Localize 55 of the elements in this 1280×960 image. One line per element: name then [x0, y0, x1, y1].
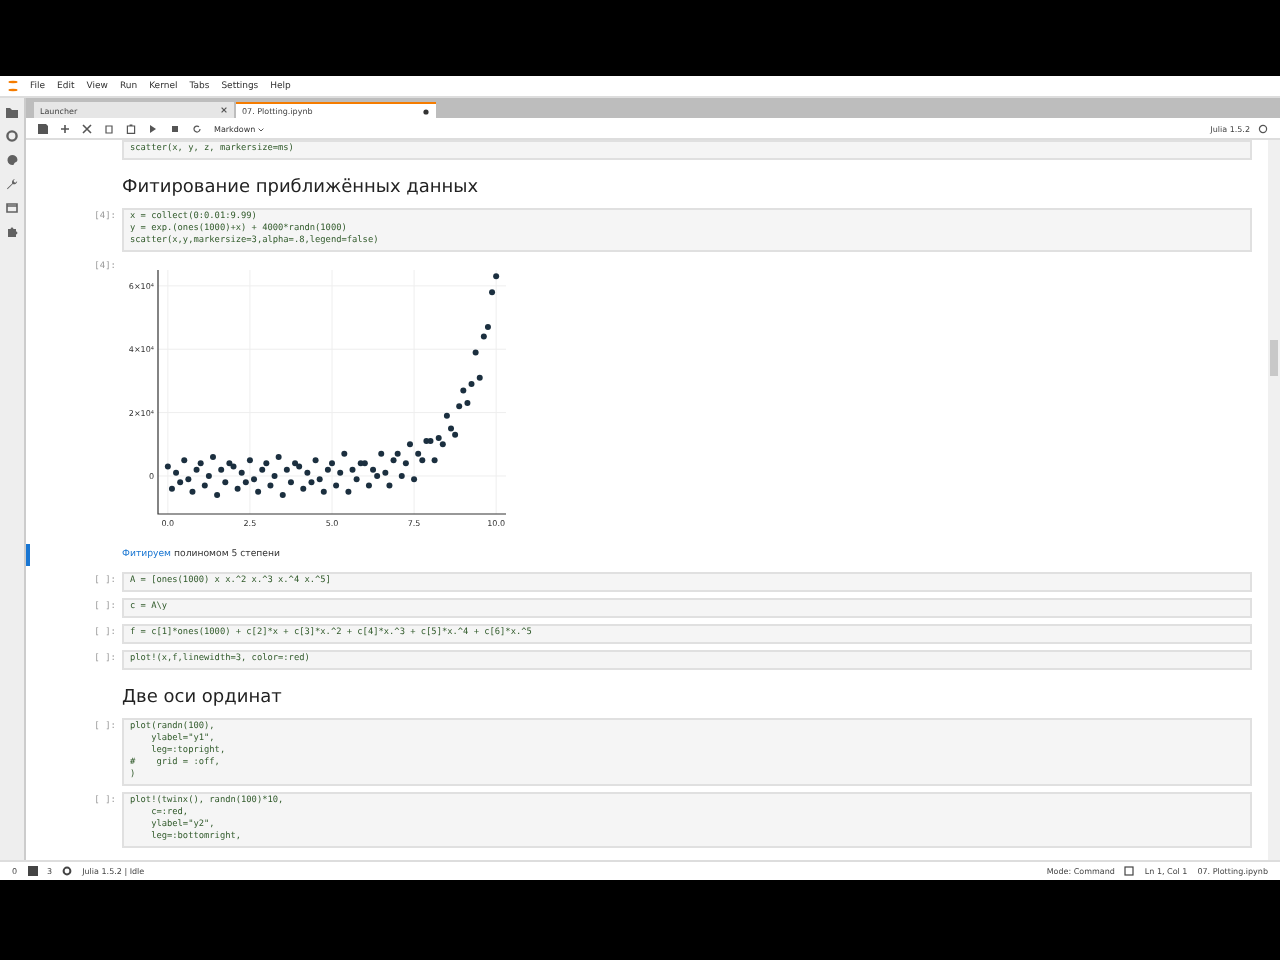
cut-icon[interactable]: [82, 123, 92, 133]
data-point: [201, 482, 208, 489]
data-point: [398, 472, 405, 479]
add-icon[interactable]: [60, 123, 70, 133]
puzzle-icon[interactable]: [6, 226, 18, 238]
data-point: [320, 488, 327, 495]
data-point: [222, 479, 229, 486]
section-heading: Две оси ординат: [122, 686, 282, 712]
data-point: [210, 453, 216, 460]
data-point: [489, 289, 496, 296]
data-point: [181, 457, 188, 464]
data-point: [287, 479, 294, 486]
data-point: [205, 472, 212, 479]
save-icon[interactable]: [38, 123, 48, 133]
kernel-status-icon: [1258, 123, 1268, 133]
gear-icon[interactable]: [62, 866, 73, 876]
circle-icon[interactable]: [6, 130, 18, 142]
stop-icon[interactable]: [170, 123, 180, 133]
wrench-icon[interactable]: [6, 178, 18, 190]
data-point: [345, 488, 352, 495]
data-point: [275, 453, 282, 460]
data-point: [402, 460, 409, 467]
data-point: [365, 482, 372, 489]
data-point: [189, 488, 196, 495]
unsaved-dot-icon[interactable]: [422, 107, 430, 115]
data-point: [411, 476, 418, 483]
paste-icon[interactable]: [126, 123, 136, 133]
restart-icon[interactable]: [192, 123, 202, 133]
data-point: [431, 457, 438, 464]
data-point: [246, 457, 253, 464]
palette-icon[interactable]: [6, 154, 18, 166]
data-point: [255, 488, 262, 495]
folder-icon[interactable]: [6, 106, 18, 118]
data-point: [378, 450, 385, 457]
section-heading: Фитирование приближённых данных: [122, 176, 479, 202]
data-point: [341, 450, 348, 457]
run-icon[interactable]: [148, 123, 158, 133]
data-point: [214, 492, 221, 498]
app-logo-icon[interactable]: [8, 80, 18, 92]
data-point: [443, 412, 450, 419]
data-point: [271, 472, 278, 479]
notification-icon[interactable]: [1124, 866, 1135, 876]
scrollbar[interactable]: [1268, 140, 1280, 860]
data-point: [279, 492, 286, 498]
copy-icon[interactable]: [104, 123, 114, 133]
data-point: [312, 457, 319, 464]
data-point: [333, 482, 340, 489]
data-point: [267, 482, 274, 489]
data-point: [386, 482, 393, 489]
data-point: [353, 476, 360, 483]
data-point: [493, 273, 500, 280]
data-point: [472, 349, 479, 356]
close-icon[interactable]: [220, 106, 228, 114]
tab-icon[interactable]: [6, 202, 18, 214]
terminal-icon[interactable]: [27, 866, 38, 876]
